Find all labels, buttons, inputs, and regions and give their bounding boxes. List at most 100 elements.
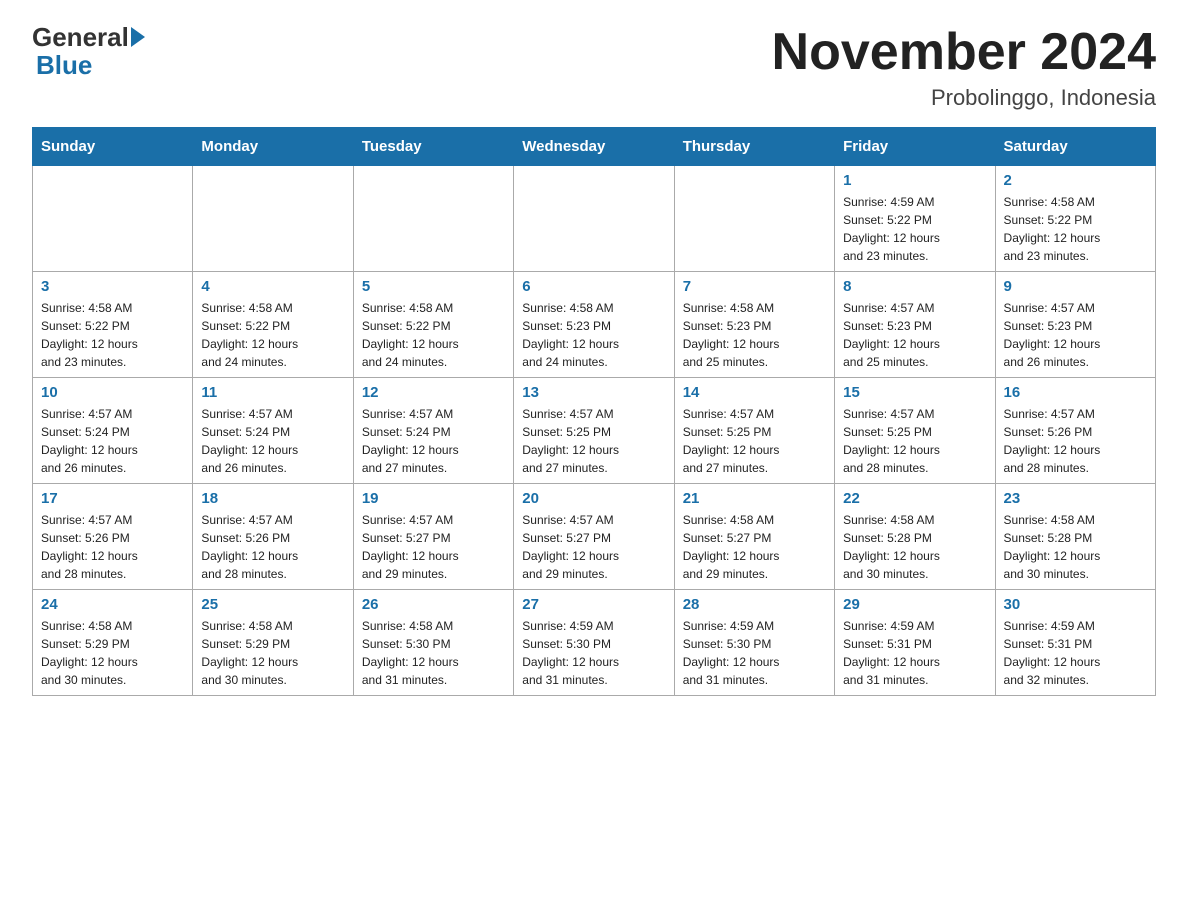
day-of-week-header: Thursday xyxy=(674,128,834,166)
day-info: Sunrise: 4:58 AM Sunset: 5:22 PM Dayligh… xyxy=(362,299,505,371)
day-info: Sunrise: 4:57 AM Sunset: 5:25 PM Dayligh… xyxy=(522,405,665,477)
calendar-cell: 16 Sunrise: 4:57 AM Sunset: 5:26 PM Dayli… xyxy=(995,378,1155,484)
week-row: 24 Sunrise: 4:58 AM Sunset: 5:29 PM Dayli… xyxy=(33,590,1156,696)
day-info: Sunrise: 4:58 AM Sunset: 5:22 PM Dayligh… xyxy=(41,299,184,371)
day-info: Sunrise: 4:57 AM Sunset: 5:24 PM Dayligh… xyxy=(41,405,184,477)
day-of-week-header: Monday xyxy=(193,128,353,166)
day-info: Sunrise: 4:58 AM Sunset: 5:29 PM Dayligh… xyxy=(201,617,344,689)
day-number: 5 xyxy=(362,278,505,295)
calendar-cell: 17 Sunrise: 4:57 AM Sunset: 5:26 PM Dayli… xyxy=(33,484,193,590)
calendar-cell: 22Sunrise: 4:58 AM Sunset: 5:28 PM Dayli… xyxy=(835,484,995,590)
day-info: Sunrise: 4:57 AM Sunset: 5:23 PM Dayligh… xyxy=(1004,299,1147,371)
calendar-cell: 1 Sunrise: 4:59 AM Sunset: 5:22 PM Daylig… xyxy=(835,166,995,272)
day-info: Sunrise: 4:59 AM Sunset: 5:31 PM Dayligh… xyxy=(843,617,986,689)
day-number: 16 xyxy=(1004,384,1147,401)
day-info: Sunrise: 4:59 AM Sunset: 5:30 PM Dayligh… xyxy=(683,617,826,689)
calendar-table: SundayMondayTuesdayWednesdayThursdayFrid… xyxy=(32,127,1156,696)
week-row: 3 Sunrise: 4:58 AM Sunset: 5:22 PM Daylig… xyxy=(33,272,1156,378)
calendar-cell: 25Sunrise: 4:58 AM Sunset: 5:29 PM Dayli… xyxy=(193,590,353,696)
calendar-cell: 24 Sunrise: 4:58 AM Sunset: 5:29 PM Dayli… xyxy=(33,590,193,696)
calendar-cell: 21 Sunrise: 4:58 AM Sunset: 5:27 PM Dayli… xyxy=(674,484,834,590)
day-info: Sunrise: 4:57 AM Sunset: 5:27 PM Dayligh… xyxy=(362,511,505,583)
day-number: 3 xyxy=(41,278,184,295)
day-of-week-header: Friday xyxy=(835,128,995,166)
calendar-cell: 29 Sunrise: 4:59 AM Sunset: 5:31 PM Dayli… xyxy=(835,590,995,696)
day-number: 2 xyxy=(1004,172,1147,189)
day-info: Sunrise: 4:58 AM Sunset: 5:27 PM Dayligh… xyxy=(683,511,826,583)
calendar-cell: 10 Sunrise: 4:57 AM Sunset: 5:24 PM Dayli… xyxy=(33,378,193,484)
calendar-cell: 28 Sunrise: 4:59 AM Sunset: 5:30 PM Dayli… xyxy=(674,590,834,696)
day-number: 1 xyxy=(843,172,986,189)
day-of-week-header: Wednesday xyxy=(514,128,674,166)
day-number: 24 xyxy=(41,596,184,613)
calendar-cell: 11Sunrise: 4:57 AM Sunset: 5:24 PM Dayli… xyxy=(193,378,353,484)
calendar-cell: 2 Sunrise: 4:58 AM Sunset: 5:22 PM Daylig… xyxy=(995,166,1155,272)
logo-blue-text: Blue xyxy=(36,50,92,81)
day-info: Sunrise: 4:59 AM Sunset: 5:30 PM Dayligh… xyxy=(522,617,665,689)
calendar-cell xyxy=(33,166,193,272)
day-info: Sunrise: 4:57 AM Sunset: 5:25 PM Dayligh… xyxy=(843,405,986,477)
calendar-cell: 30 Sunrise: 4:59 AM Sunset: 5:31 PM Dayli… xyxy=(995,590,1155,696)
day-of-week-header: Tuesday xyxy=(353,128,513,166)
day-info: Sunrise: 4:57 AM Sunset: 5:23 PM Dayligh… xyxy=(843,299,986,371)
week-row: 1 Sunrise: 4:59 AM Sunset: 5:22 PM Daylig… xyxy=(33,166,1156,272)
day-number: 17 xyxy=(41,490,184,507)
day-number: 21 xyxy=(683,490,826,507)
calendar-cell: 3 Sunrise: 4:58 AM Sunset: 5:22 PM Daylig… xyxy=(33,272,193,378)
day-info: Sunrise: 4:59 AM Sunset: 5:22 PM Dayligh… xyxy=(843,193,986,265)
day-number: 4 xyxy=(201,278,344,295)
day-number: 7 xyxy=(683,278,826,295)
day-number: 29 xyxy=(843,596,986,613)
day-number: 15 xyxy=(843,384,986,401)
header-right: November 2024 Probolinggo, Indonesia xyxy=(772,24,1156,111)
day-number: 9 xyxy=(1004,278,1147,295)
day-info: Sunrise: 4:58 AM Sunset: 5:30 PM Dayligh… xyxy=(362,617,505,689)
day-number: 19 xyxy=(362,490,505,507)
calendar-cell: 4 Sunrise: 4:58 AM Sunset: 5:22 PM Daylig… xyxy=(193,272,353,378)
week-row: 17 Sunrise: 4:57 AM Sunset: 5:26 PM Dayli… xyxy=(33,484,1156,590)
calendar-cell: 8Sunrise: 4:57 AM Sunset: 5:23 PM Daylig… xyxy=(835,272,995,378)
day-info: Sunrise: 4:58 AM Sunset: 5:22 PM Dayligh… xyxy=(201,299,344,371)
day-info: Sunrise: 4:58 AM Sunset: 5:22 PM Dayligh… xyxy=(1004,193,1147,265)
day-info: Sunrise: 4:57 AM Sunset: 5:25 PM Dayligh… xyxy=(683,405,826,477)
day-number: 28 xyxy=(683,596,826,613)
day-number: 14 xyxy=(683,384,826,401)
calendar-cell: 5 Sunrise: 4:58 AM Sunset: 5:22 PM Daylig… xyxy=(353,272,513,378)
day-number: 11 xyxy=(201,384,344,401)
day-info: Sunrise: 4:57 AM Sunset: 5:26 PM Dayligh… xyxy=(1004,405,1147,477)
calendar-cell: 23 Sunrise: 4:58 AM Sunset: 5:28 PM Dayli… xyxy=(995,484,1155,590)
location-label: Probolinggo, Indonesia xyxy=(772,85,1156,111)
day-info: Sunrise: 4:58 AM Sunset: 5:23 PM Dayligh… xyxy=(522,299,665,371)
day-info: Sunrise: 4:58 AM Sunset: 5:29 PM Dayligh… xyxy=(41,617,184,689)
day-number: 30 xyxy=(1004,596,1147,613)
logo: General Blue xyxy=(32,24,145,81)
day-number: 20 xyxy=(522,490,665,507)
calendar-cell: 19 Sunrise: 4:57 AM Sunset: 5:27 PM Dayli… xyxy=(353,484,513,590)
day-info: Sunrise: 4:57 AM Sunset: 5:26 PM Dayligh… xyxy=(201,511,344,583)
day-info: Sunrise: 4:58 AM Sunset: 5:28 PM Dayligh… xyxy=(1004,511,1147,583)
day-number: 23 xyxy=(1004,490,1147,507)
day-number: 26 xyxy=(362,596,505,613)
calendar-cell xyxy=(674,166,834,272)
day-number: 22 xyxy=(843,490,986,507)
logo-arrow-icon xyxy=(131,27,145,47)
calendar-cell xyxy=(514,166,674,272)
day-info: Sunrise: 4:57 AM Sunset: 5:26 PM Dayligh… xyxy=(41,511,184,583)
calendar-cell: 12Sunrise: 4:57 AM Sunset: 5:24 PM Dayli… xyxy=(353,378,513,484)
day-of-week-header: Saturday xyxy=(995,128,1155,166)
day-info: Sunrise: 4:57 AM Sunset: 5:24 PM Dayligh… xyxy=(362,405,505,477)
day-info: Sunrise: 4:57 AM Sunset: 5:27 PM Dayligh… xyxy=(522,511,665,583)
calendar-header-row: SundayMondayTuesdayWednesdayThursdayFrid… xyxy=(33,128,1156,166)
day-info: Sunrise: 4:59 AM Sunset: 5:31 PM Dayligh… xyxy=(1004,617,1147,689)
day-number: 10 xyxy=(41,384,184,401)
calendar-cell: 26 Sunrise: 4:58 AM Sunset: 5:30 PM Dayli… xyxy=(353,590,513,696)
day-number: 13 xyxy=(522,384,665,401)
calendar-cell: 20 Sunrise: 4:57 AM Sunset: 5:27 PM Dayli… xyxy=(514,484,674,590)
calendar-cell: 14 Sunrise: 4:57 AM Sunset: 5:25 PM Dayli… xyxy=(674,378,834,484)
calendar-cell: 13 Sunrise: 4:57 AM Sunset: 5:25 PM Dayli… xyxy=(514,378,674,484)
day-number: 27 xyxy=(522,596,665,613)
day-number: 6 xyxy=(522,278,665,295)
month-title: November 2024 xyxy=(772,24,1156,81)
calendar-cell xyxy=(353,166,513,272)
page-header: General Blue November 2024 Probolinggo, … xyxy=(32,24,1156,111)
